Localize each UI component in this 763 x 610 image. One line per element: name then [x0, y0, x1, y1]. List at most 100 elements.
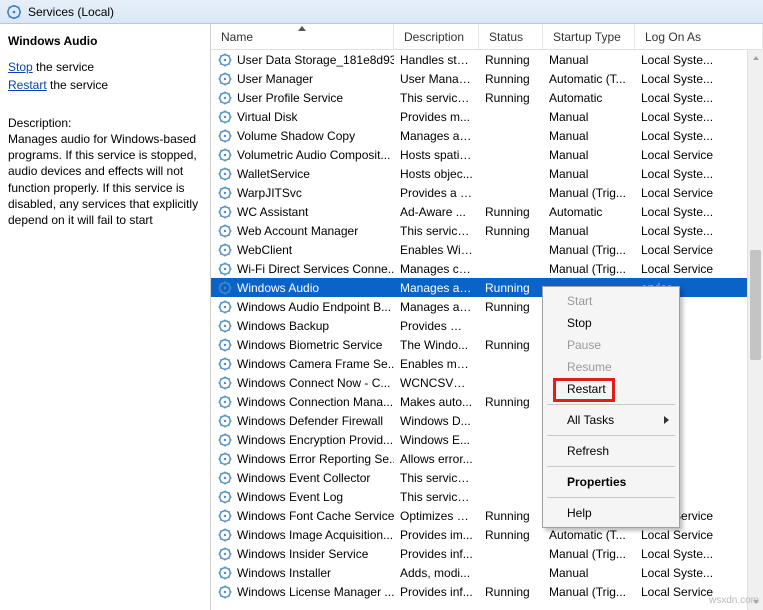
cell-startup: Automatic (T... [543, 72, 635, 86]
cell-startup: Manual (Trig... [543, 547, 635, 561]
table-row[interactable]: Windows Connection Mana...Makes auto...R… [211, 392, 763, 411]
menu-pause: Pause [545, 334, 677, 356]
header-name[interactable]: Name [211, 24, 394, 49]
cell-description: This service ... [394, 224, 479, 238]
table-row[interactable]: Windows Audio Endpoint B...Manages au...… [211, 297, 763, 316]
table-row[interactable]: User ManagerUser Manag...RunningAutomati… [211, 69, 763, 88]
table-row[interactable]: Windows Font Cache ServiceOptimizes p...… [211, 506, 763, 525]
table-row[interactable]: Windows Camera Frame Se...Enables mul...… [211, 354, 763, 373]
cell-name: Windows Camera Frame Se... [211, 356, 394, 372]
scroll-thumb[interactable] [750, 250, 761, 360]
menu-separator [547, 404, 675, 405]
cell-status: Running [479, 509, 543, 523]
table-row[interactable]: Windows Biometric ServiceThe Windo...Run… [211, 335, 763, 354]
menu-restart[interactable]: Restart [545, 378, 677, 400]
cell-logon: Local Syste... [635, 566, 763, 580]
cell-description: Provides inf... [394, 547, 479, 561]
cell-logon: Local Syste... [635, 167, 763, 181]
cell-description: Manages au... [394, 300, 479, 314]
cell-description: Makes auto... [394, 395, 479, 409]
cell-name: WebClient [211, 242, 394, 258]
menu-help[interactable]: Help [545, 502, 677, 524]
cell-name: Windows Biometric Service [211, 337, 394, 353]
cell-startup: Manual [543, 167, 635, 181]
context-menu: Start Stop Pause Resume Restart All Task… [542, 286, 680, 528]
table-row[interactable]: Windows Error Reporting Se...Allows erro… [211, 449, 763, 468]
header-description[interactable]: Description [394, 24, 479, 49]
cell-status: Running [479, 281, 543, 295]
cell-startup: Manual (Trig... [543, 186, 635, 200]
cell-description: Manages an... [394, 129, 479, 143]
scroll-up-button[interactable] [748, 50, 763, 66]
description-body: Manages audio for Windows-based programs… [8, 131, 202, 228]
table-row[interactable]: User Profile ServiceThis service ...Runn… [211, 88, 763, 107]
table-row[interactable]: WebClientEnables Win...Manual (Trig...Lo… [211, 240, 763, 259]
menu-stop[interactable]: Stop [545, 312, 677, 334]
table-row[interactable]: Windows Insider ServiceProvides inf...Ma… [211, 544, 763, 563]
header-status[interactable]: Status [479, 24, 543, 49]
header-startup[interactable]: Startup Type [543, 24, 635, 49]
stop-link[interactable]: Stop [8, 60, 33, 74]
cell-name: User Profile Service [211, 90, 394, 106]
header-logon[interactable]: Log On As [635, 24, 763, 49]
cell-name: Windows Event Log [211, 489, 394, 505]
cell-startup: Manual [543, 129, 635, 143]
vertical-scrollbar[interactable] [747, 50, 763, 610]
table-row[interactable]: Windows Encryption Provid...Windows E...… [211, 430, 763, 449]
table-row[interactable]: User Data Storage_181e8d93Handles sto...… [211, 50, 763, 69]
table-row[interactable]: Windows Image Acquisition...Provides im.… [211, 525, 763, 544]
cell-status: Running [479, 91, 543, 105]
cell-startup: Automatic (T... [543, 528, 635, 542]
menu-all-tasks[interactable]: All Tasks [545, 409, 677, 431]
cell-description: Provides inf... [394, 585, 479, 599]
cell-name: Windows Error Reporting Se... [211, 451, 394, 467]
cell-status: Running [479, 205, 543, 219]
table-row[interactable]: WC AssistantAd-Aware ...RunningAutomatic… [211, 202, 763, 221]
cell-name: WarpJITSvc [211, 185, 394, 201]
table-row[interactable]: WalletServiceHosts objec...ManualLocal S… [211, 164, 763, 183]
cell-logon: Local Service [635, 262, 763, 276]
table-row[interactable]: Windows BackupProvides Wi...ste... [211, 316, 763, 335]
cell-description: Handles sto... [394, 53, 479, 67]
submenu-arrow-icon [664, 416, 669, 424]
table-row[interactable]: Windows InstallerAdds, modi...ManualLoca… [211, 563, 763, 582]
table-row[interactable]: Web Account ManagerThis service ...Runni… [211, 221, 763, 240]
table-row[interactable]: Windows Connect Now - C...WCNCSVC ...erv… [211, 373, 763, 392]
cell-description: Allows error... [394, 452, 479, 466]
cell-name: Windows Audio [211, 280, 394, 296]
table-row[interactable]: Virtual DiskProvides m...ManualLocal Sys… [211, 107, 763, 126]
watermark: wsxdn.com [709, 595, 759, 606]
sort-ascending-icon [298, 26, 306, 31]
cell-logon: Local Service [635, 243, 763, 257]
cell-description: This service ... [394, 91, 479, 105]
menu-start: Start [545, 290, 677, 312]
cell-startup: Manual (Trig... [543, 262, 635, 276]
cell-description: WCNCSVC ... [394, 376, 479, 390]
cell-description: Provides im... [394, 528, 479, 542]
table-row[interactable]: Windows Defender FirewallWindows D...erv… [211, 411, 763, 430]
table-row[interactable]: Windows Event CollectorThis service ...k… [211, 468, 763, 487]
table-row[interactable]: Volumetric Audio Composit...Hosts spatia… [211, 145, 763, 164]
cell-name: Virtual Disk [211, 109, 394, 125]
cell-logon: Local Syste... [635, 224, 763, 238]
details-panel: Windows Audio Stop the service Restart t… [0, 24, 211, 610]
table-row[interactable]: Wi-Fi Direct Services Conne...Manages co… [211, 259, 763, 278]
table-row[interactable]: Windows AudioManages au...Runningervice [211, 278, 763, 297]
stop-suffix: the service [33, 60, 94, 74]
title-bar: Services (Local) [0, 0, 763, 24]
menu-refresh[interactable]: Refresh [545, 440, 677, 462]
cell-name: Windows Audio Endpoint B... [211, 299, 394, 315]
restart-link[interactable]: Restart [8, 78, 47, 92]
cell-status: Running [479, 53, 543, 67]
cell-startup: Manual (Trig... [543, 585, 635, 599]
services-list: Name Description Status Startup Type Log… [211, 24, 763, 610]
table-row[interactable]: Windows Event LogThis service ...ervice [211, 487, 763, 506]
table-row[interactable]: Volume Shadow CopyManages an...ManualLoc… [211, 126, 763, 145]
table-row[interactable]: WarpJITSvcProvides a JI...Manual (Trig..… [211, 183, 763, 202]
service-heading: Windows Audio [8, 34, 202, 48]
cell-description: Enables mul... [394, 357, 479, 371]
cell-description: Provides Wi... [394, 319, 479, 333]
table-row[interactable]: Windows License Manager ...Provides inf.… [211, 582, 763, 601]
cell-description: Optimizes p... [394, 509, 479, 523]
menu-properties[interactable]: Properties [545, 471, 677, 493]
